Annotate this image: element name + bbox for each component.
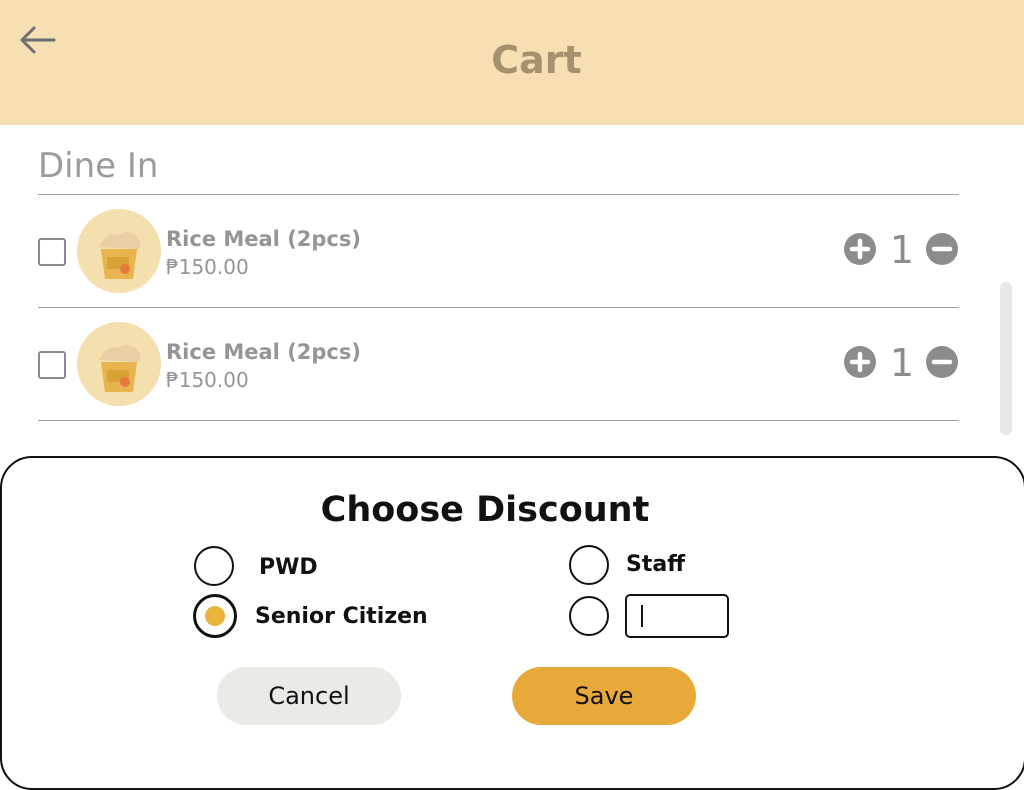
discount-title: Choose Discount (320, 490, 650, 530)
radio-staff[interactable] (569, 545, 609, 585)
divider (38, 194, 959, 195)
item-quantity: 1 (889, 341, 915, 385)
plus-icon (849, 351, 871, 373)
radio-senior-citizen[interactable] (193, 594, 237, 638)
item-quantity: 1 (889, 228, 915, 272)
text-caret (641, 605, 643, 627)
divider (38, 307, 959, 308)
item-checkbox[interactable] (38, 351, 66, 379)
divider (38, 420, 959, 421)
item-price: ₱150.00 (166, 368, 249, 392)
cancel-button[interactable]: Cancel (217, 667, 401, 725)
increase-quantity-button[interactable] (844, 233, 876, 265)
item-thumbnail (77, 322, 161, 406)
radio-label-pwd: PWD (259, 555, 318, 580)
item-price: ₱150.00 (166, 255, 249, 279)
page-title: Cart (491, 38, 582, 82)
radio-pwd[interactable] (194, 546, 234, 586)
radio-other[interactable] (569, 596, 609, 636)
decrease-quantity-button[interactable] (926, 233, 958, 265)
rice-meal-image (77, 209, 161, 293)
radio-label-senior-citizen: Senior Citizen (255, 604, 428, 629)
increase-quantity-button[interactable] (844, 346, 876, 378)
scrollbar[interactable] (1000, 282, 1012, 435)
item-name: Rice Meal (2pcs) (166, 227, 361, 251)
item-name: Rice Meal (2pcs) (166, 340, 361, 364)
radio-selected-dot (205, 606, 225, 626)
minus-icon (931, 359, 953, 365)
section-title: Dine In (38, 146, 159, 186)
app-header: Cart (0, 0, 1024, 125)
radio-label-staff: Staff (626, 552, 686, 577)
minus-icon (931, 246, 953, 252)
rice-meal-image (77, 322, 161, 406)
item-checkbox[interactable] (38, 238, 66, 266)
plus-icon (849, 238, 871, 260)
decrease-quantity-button[interactable] (926, 346, 958, 378)
item-thumbnail (77, 209, 161, 293)
save-button[interactable]: Save (512, 667, 696, 725)
other-discount-input[interactable] (625, 594, 729, 638)
